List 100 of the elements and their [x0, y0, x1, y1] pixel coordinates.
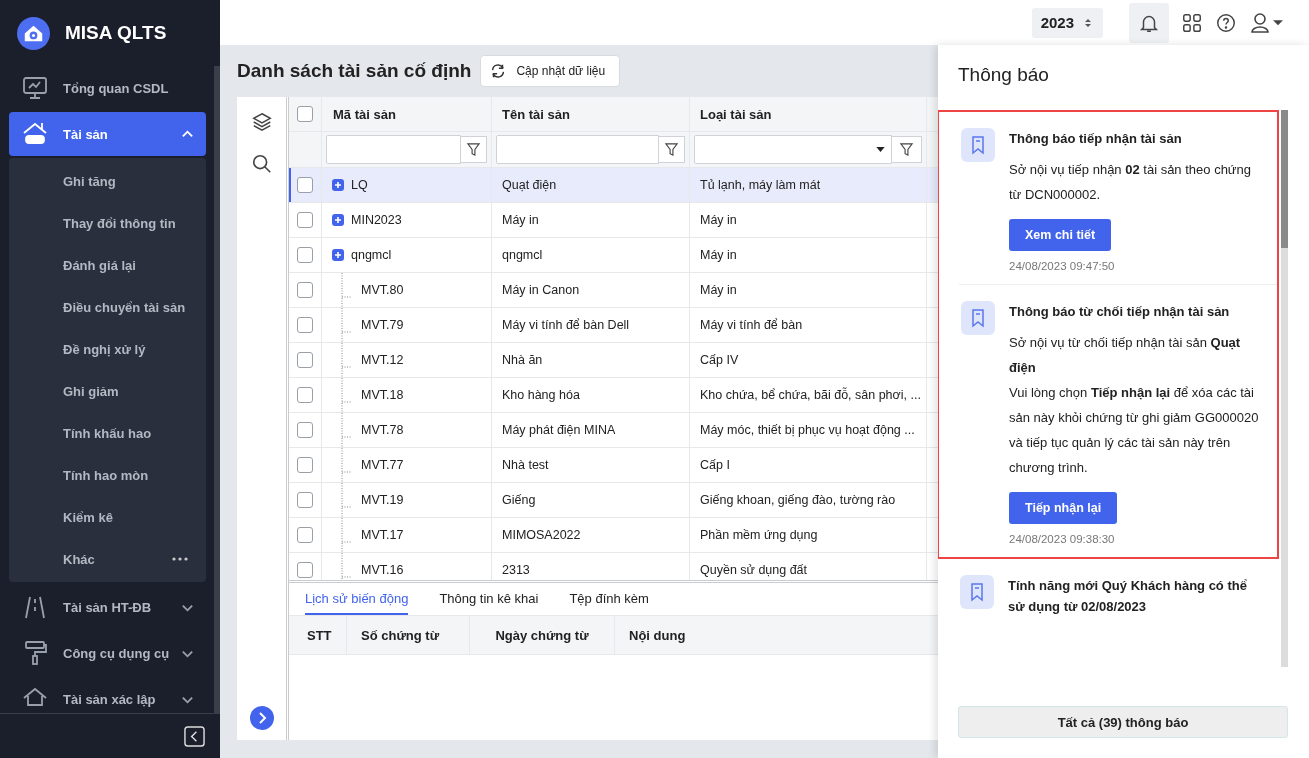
table-cell: Máy in: [700, 248, 737, 262]
table-row[interactable]: MVT.78 Máy phát điện MINA Máy móc, thiết bị phục vụ hoạt động ...: [289, 413, 938, 448]
table-row[interactable]: LQ Quạt điện Tủ lạnh, máy làm mát: [289, 168, 938, 203]
sidebar-label: Tài sản xác lập: [63, 691, 157, 707]
table-cell: MVT.18: [361, 388, 404, 402]
bell-button[interactable]: [1129, 2, 1169, 43]
year-select[interactable]: 2023: [1031, 7, 1103, 38]
expand-plus-icon[interactable]: [332, 214, 344, 226]
column-header: Ngày chứng từ: [470, 616, 615, 654]
checkbox[interactable]: [297, 457, 313, 473]
table-cell: MVT.17: [361, 528, 404, 542]
submenu-item[interactable]: Đánh giá lại: [9, 244, 206, 286]
table-row[interactable]: MVT.19 Giếng Giếng khoan, giếng đào, tường rào: [289, 483, 938, 518]
app-name: MISA QLTS: [65, 22, 167, 44]
timestamp: 24/08/2023 09:47:50: [1009, 260, 1116, 272]
sidebar-item[interactable]: Tài sản: [9, 112, 206, 156]
collapse-icon[interactable]: [184, 725, 205, 747]
help-icon[interactable]: [1215, 11, 1237, 34]
table-cell: Máy phát điện MINA: [502, 423, 616, 437]
checkbox[interactable]: [297, 492, 313, 508]
table-row[interactable]: MVT.16 2313 Quyền sử dụng đất: [289, 553, 938, 580]
column-header: Số chứng từ: [347, 616, 470, 654]
expand-icon[interactable]: [250, 706, 274, 730]
submenu-item[interactable]: Tính khấu hao: [9, 412, 206, 454]
submenu-item[interactable]: Thay đổi thông tin: [9, 202, 206, 244]
search-icon[interactable]: [250, 153, 273, 175]
notification-title: Thông báo từ chối tiếp nhận tài sản: [1009, 303, 1231, 321]
all-notifications-button[interactable]: Tất cả (39) thông báo: [958, 706, 1288, 738]
checkbox[interactable]: [297, 527, 313, 543]
refresh-button[interactable]: Cập nhật dữ liệu: [480, 55, 621, 87]
tree-line: [341, 518, 353, 552]
tree-line: [341, 553, 353, 580]
submenu-item[interactable]: Điều chuyển tài sản: [9, 286, 206, 328]
bookmark-icon: [960, 575, 994, 609]
table-row[interactable]: MVT.79 Máy vi tính để bàn Dell Máy vi tính để bàn: [289, 308, 938, 343]
filter-button[interactable]: [461, 136, 487, 163]
user-icon[interactable]: [1249, 10, 1283, 35]
expand-plus-icon[interactable]: [332, 179, 344, 191]
sidebar-item[interactable]: Tổng quan CSDL: [9, 66, 206, 110]
sidebar-item[interactable]: Công cụ dụng cụ: [9, 631, 206, 675]
table-row[interactable]: MVT.12 Nhà ăn Cấp IV: [289, 343, 938, 378]
sidebar-item[interactable]: Tài sản HT-ĐB: [9, 585, 206, 629]
filter-button[interactable]: [659, 136, 685, 163]
checkbox[interactable]: [297, 387, 313, 403]
scrollbar[interactable]: [1281, 110, 1288, 667]
column-header: Mã tài sản: [322, 97, 492, 131]
submenu-item[interactable]: Kiểm kê: [9, 496, 206, 538]
layers-icon[interactable]: [250, 111, 273, 133]
submenu-item[interactable]: Khác: [9, 538, 206, 580]
column-header: Loại tài sản: [690, 97, 927, 131]
column-header: STT: [289, 616, 347, 654]
checkbox[interactable]: [297, 562, 313, 578]
table-row[interactable]: MVT.17 MIMOSA2022 Phần mềm ứng dụng: [289, 518, 938, 553]
panel-title: Thông báo: [957, 63, 1050, 87]
more-icon[interactable]: [172, 557, 188, 561]
action-button[interactable]: Xem chi tiết: [1009, 219, 1112, 251]
table-cell: Phần mềm ứng dụng: [700, 528, 818, 542]
tab[interactable]: Thông tin kê khai: [439, 583, 539, 615]
sidebar-item[interactable]: Tài sản xác lập: [9, 677, 206, 713]
table-cell: Quạt điện: [502, 178, 557, 192]
tree-line: [341, 343, 353, 377]
table-row[interactable]: MVT.77 Nhà test Cấp I: [289, 448, 938, 483]
scrollbar[interactable]: [214, 66, 220, 714]
expand-plus-icon[interactable]: [332, 249, 344, 261]
funnel-icon: [664, 142, 679, 157]
submenu-item[interactable]: Ghi giảm: [9, 370, 206, 412]
filter-field[interactable]: [496, 135, 659, 164]
checkbox[interactable]: [297, 282, 313, 298]
table-cell: Máy in Canon: [502, 283, 580, 297]
checkbox[interactable]: [297, 352, 313, 368]
action-button[interactable]: Tiếp nhận lại: [1009, 492, 1118, 524]
column-header: Nội dung: [628, 626, 686, 645]
page-title: Danh sách tài sản cố định: [237, 60, 472, 82]
scrollbar-thumb[interactable]: [1281, 110, 1288, 248]
checkbox[interactable]: [297, 247, 313, 263]
submenu-item[interactable]: Đề nghị xử lý: [9, 328, 206, 370]
filter-field[interactable]: [694, 135, 892, 164]
column-header: Tên tài sản: [492, 97, 690, 131]
table-row[interactable]: qngmcl qngmcl Máy in: [289, 238, 938, 273]
table-cell: MVT.79: [361, 318, 404, 332]
apps-icon[interactable]: [1181, 11, 1203, 34]
table-cell: Kho hàng hóa: [502, 388, 580, 402]
checkbox[interactable]: [297, 177, 313, 193]
submenu-item[interactable]: Ghi tăng: [9, 160, 206, 202]
checkbox[interactable]: [297, 317, 313, 333]
tab[interactable]: Tệp đính kèm: [569, 583, 649, 615]
table-cell: MVT.80: [361, 283, 404, 297]
submenu-item[interactable]: Tính hao mòn: [9, 454, 206, 496]
checkbox[interactable]: [297, 212, 313, 228]
sidebar-label: Công cụ dụng cụ: [63, 645, 171, 661]
filter-button[interactable]: [892, 136, 922, 163]
table-row[interactable]: MIN2023 Máy in Máy in: [289, 203, 938, 238]
table-row[interactable]: MVT.80 Máy in Canon Máy in: [289, 273, 938, 308]
table-cell: LQ: [351, 178, 368, 192]
filter-field[interactable]: [326, 135, 461, 164]
checkbox[interactable]: [297, 106, 313, 122]
bookmark-icon: [961, 128, 995, 162]
checkbox[interactable]: [297, 422, 313, 438]
notification-text: Sở nội vụ tiếp nhận 02 tài sản theo chứng từ DCN000002.: [1009, 161, 1253, 204]
table-row[interactable]: MVT.18 Kho hàng hóa Kho chứa, bể chứa, bãi đỗ, sân phơi, ...: [289, 378, 938, 413]
